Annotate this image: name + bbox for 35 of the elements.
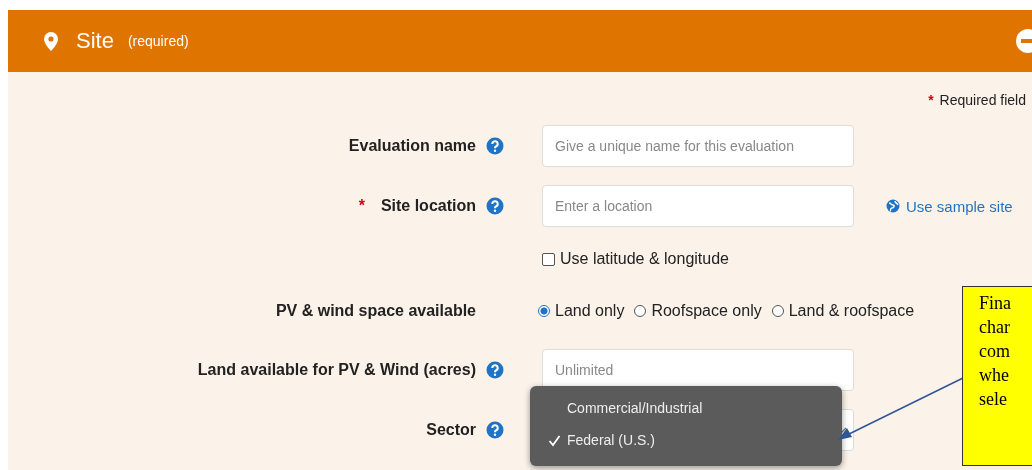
radio-button[interactable] <box>538 305 550 317</box>
section-subtitle: (required) <box>127 33 189 49</box>
map-pin-icon <box>44 31 58 51</box>
text-field[interactable]: Give a unique name for this evaluation <box>542 125 854 167</box>
required-asterisk: * <box>928 92 934 108</box>
dropdown-option[interactable]: Federal (U.S.) <box>530 424 842 456</box>
section-header[interactable]: Site (required) <box>8 10 1032 72</box>
radio-button[interactable] <box>771 305 784 317</box>
radio-label: Roofspace only <box>651 302 762 320</box>
radio-button[interactable] <box>634 305 647 317</box>
field-label: PV & wind space available <box>275 302 476 320</box>
text-field[interactable]: Unlimited <box>542 349 854 391</box>
text-field[interactable]: Enter a location <box>542 185 854 227</box>
callout-text: char <box>979 316 1011 339</box>
help-icon[interactable] <box>486 421 504 439</box>
help-icon[interactable] <box>486 361 504 379</box>
field-label: Sector <box>426 421 476 439</box>
radio-label: Land & roofspace <box>788 302 915 320</box>
callout-text: Fina <box>979 292 1012 315</box>
field-label: Site location <box>380 197 476 215</box>
field-label: Evaluation name <box>348 137 476 155</box>
checkbox-label: Use latitude & longitude <box>560 250 729 268</box>
checkbox[interactable] <box>542 252 555 266</box>
callout-text: com <box>979 340 1011 363</box>
callout-text: whe <box>979 364 1010 387</box>
section-title: Site <box>76 28 114 54</box>
help-icon[interactable] <box>486 137 504 155</box>
dropdown-option[interactable]: Commercial/Industrial <box>530 392 842 424</box>
required-asterisk: * <box>358 197 365 215</box>
help-icon[interactable] <box>486 197 504 215</box>
radio-label: Land only <box>555 302 625 320</box>
callout-text: sele <box>979 388 1008 411</box>
required-note: Required field <box>939 92 1026 108</box>
sample-site-link[interactable]: Use sample site <box>886 197 1032 215</box>
field-label: Land available for PV & Wind (acres) <box>197 361 476 379</box>
